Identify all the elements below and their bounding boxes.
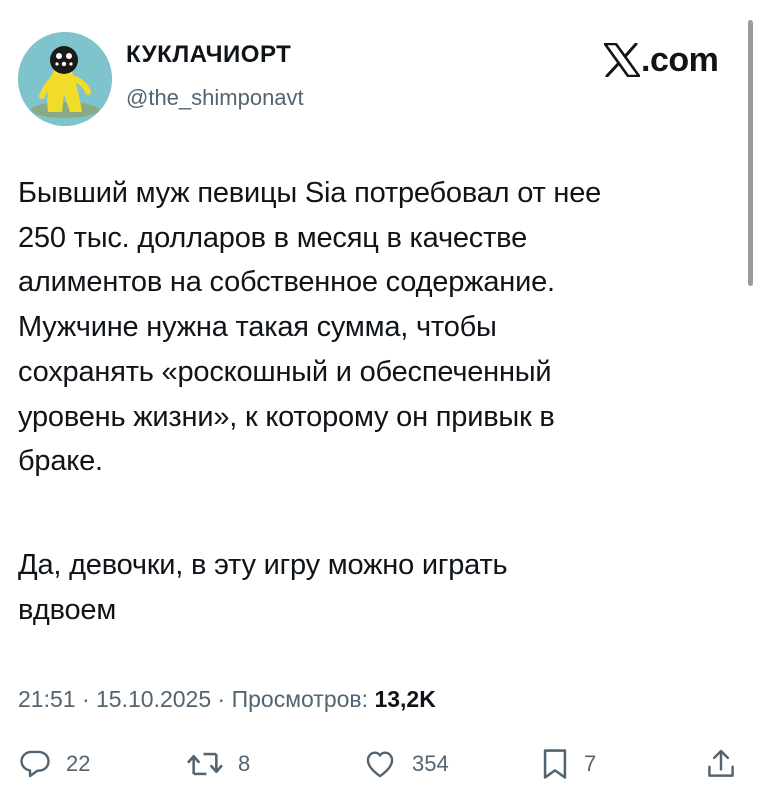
views-label: Просмотров:	[231, 686, 375, 712]
meta-separator: ·	[211, 686, 232, 712]
views-count[interactable]: 13,2K	[374, 686, 435, 712]
repost-icon	[187, 752, 223, 776]
author-handle[interactable]: @the_shimponavt	[126, 84, 304, 112]
tweet-line: алиментов на собственное содержание.	[18, 266, 555, 299]
tweet-line: Мужчине нужна такая сумма, чтобы	[18, 311, 497, 344]
meta-separator: ·	[75, 686, 97, 712]
tweet-line: 250 тыс. долларов в месяц в качестве	[18, 221, 527, 254]
repost-count: 8	[238, 751, 251, 776]
scrollbar-thumb[interactable]	[748, 20, 753, 286]
bookmark-count: 7	[584, 751, 597, 776]
tweet-date[interactable]: 15.10.2025	[96, 686, 211, 712]
tweet-line: уровень жизни», к которому он привык в	[18, 400, 555, 433]
avatar-yellow-figure	[18, 32, 112, 126]
like-button[interactable]: 354	[362, 744, 449, 784]
tweet-line: браке.	[18, 445, 103, 478]
tweet-line: вдвоем	[18, 593, 117, 626]
bookmark-button[interactable]: 7	[540, 744, 596, 784]
tweet-line: Бывший муж певицы Sia потребовал от нее	[18, 177, 602, 209]
reply-button[interactable]: 22	[18, 744, 90, 784]
heart-icon	[366, 751, 394, 778]
repost-button[interactable]: 8	[186, 744, 250, 784]
brand-watermark: .com	[604, 40, 719, 80]
x-logo-icon	[604, 43, 640, 77]
tweet-meta: 21:51 · 15.10.2025 · Просмотров: 13,2K	[18, 683, 436, 715]
brand-domain: .com	[641, 41, 719, 79]
reply-count: 22	[66, 751, 91, 776]
tweet-line: Да, девочки, в эту игру можно играть	[18, 548, 508, 581]
share-button[interactable]	[706, 744, 736, 784]
reply-icon	[20, 750, 50, 778]
share-icon	[708, 749, 734, 777]
tweet-text: Бывший муж певицы Sia потребовал от нее …	[18, 171, 738, 632]
like-count: 354	[412, 751, 449, 776]
author-display-name[interactable]: КУКЛАЧИОРТ	[126, 40, 291, 70]
avatar[interactable]	[18, 32, 112, 126]
action-bar: 22 8 354 7	[0, 744, 761, 784]
tweet-line: сохранять «роскошный и обеспеченный	[18, 355, 552, 388]
tweet-time[interactable]: 21:51	[18, 686, 76, 712]
bookmark-icon	[543, 749, 567, 779]
